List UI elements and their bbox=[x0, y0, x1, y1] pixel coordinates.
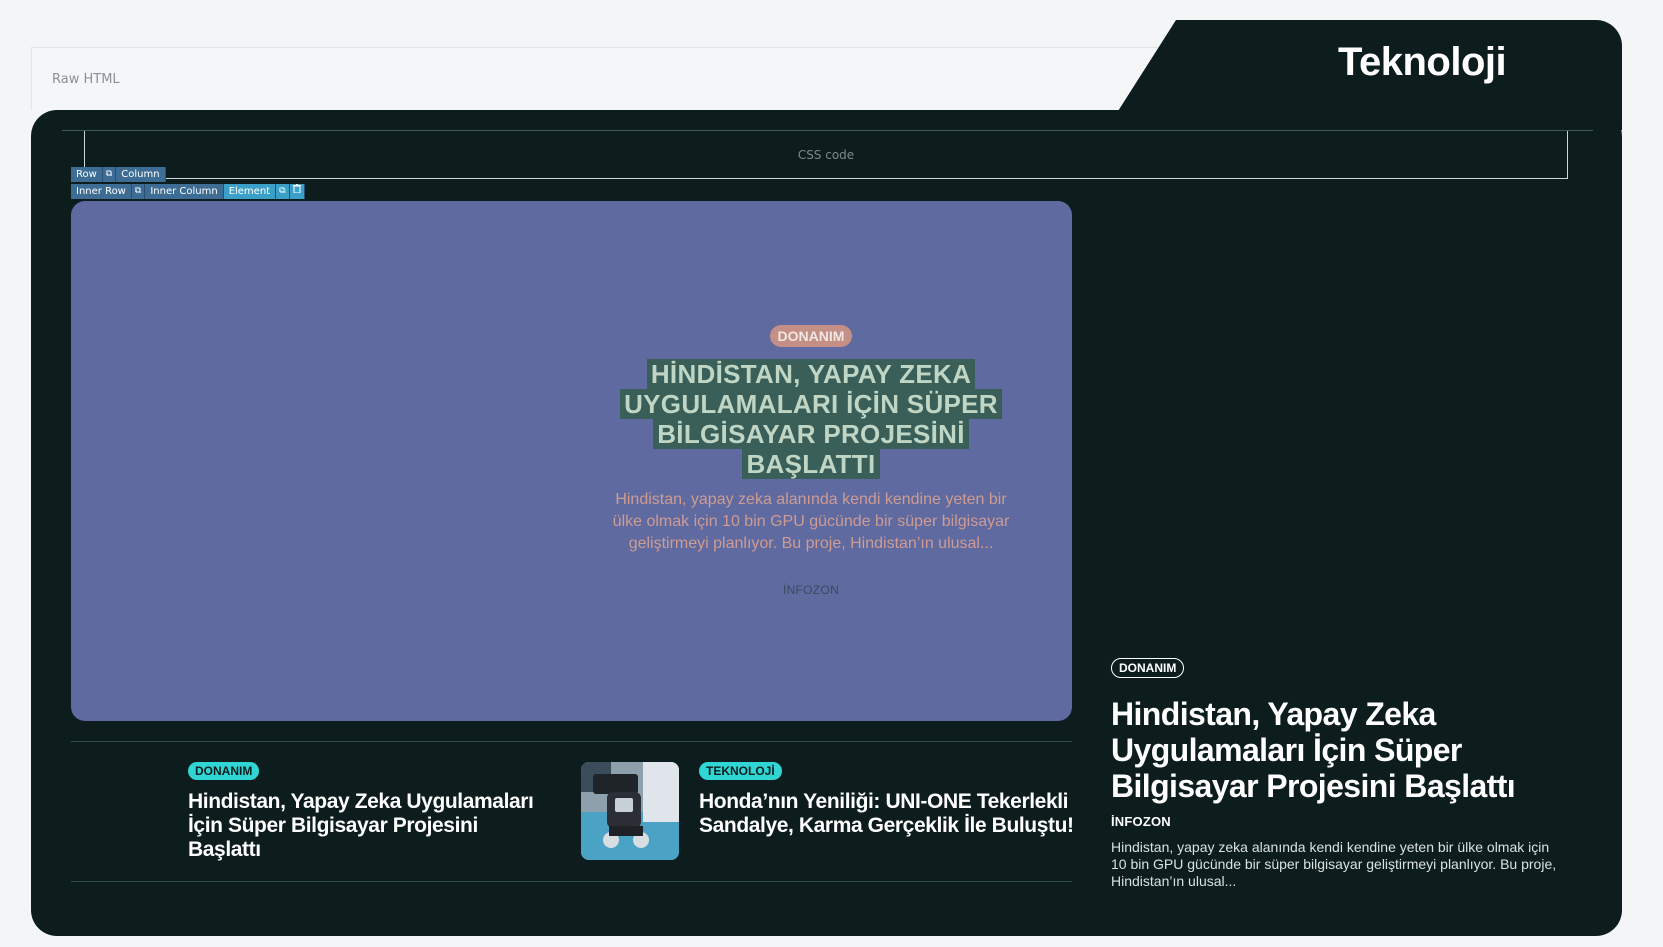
hero-category-badge[interactable]: DONANIM bbox=[769, 325, 853, 347]
element-duplicate-icon[interactable]: ⧉ bbox=[276, 184, 290, 199]
hero-title-text: HİNDİSTAN, YAPAY ZEKA UYGULAMALARI İÇİN … bbox=[620, 359, 1002, 479]
feature-article[interactable]: DONANIM Hindistan, Yapay Zeka Uygulamala… bbox=[1111, 658, 1566, 890]
category-badge[interactable]: DONANIM bbox=[188, 762, 260, 780]
css-code-block[interactable]: CSS code bbox=[84, 131, 1568, 179]
divider bbox=[71, 881, 1072, 882]
row-button[interactable]: Row bbox=[71, 167, 103, 182]
column-button[interactable]: Column bbox=[116, 167, 166, 182]
feature-excerpt: Hindistan, yapay zeka alanında kendi ken… bbox=[1111, 839, 1557, 889]
raw-html-block[interactable]: Raw HTML bbox=[31, 47, 1192, 110]
article-title[interactable]: Hindistan, Yapay Zeka Uygulamaları İçin … bbox=[188, 790, 548, 862]
inner-row-duplicate-icon[interactable]: ⧉ bbox=[131, 184, 146, 199]
css-code-label: CSS code bbox=[797, 148, 855, 162]
hero-excerpt: Hindistan, yapay zeka alanında kendi ken… bbox=[612, 491, 1010, 552]
category-badge[interactable]: TEKNOLOJİ bbox=[699, 762, 782, 780]
inner-toolbar: Inner Row ⧉ Inner Column Element ⧉ bbox=[71, 184, 305, 199]
raw-html-label: Raw HTML bbox=[52, 72, 120, 87]
row-toolbar: Row ⧉ Column bbox=[71, 167, 166, 182]
hero-article-card[interactable]: DONANIM HİNDİSTAN, YAPAY ZEKA UYGULAMALA… bbox=[71, 201, 1072, 721]
list-item[interactable]: DONANIM Hindistan, Yapay Zeka Uygulamala… bbox=[188, 762, 548, 862]
article-title[interactable]: Honda’nın Yeniliği: UNI-ONE Tekerlekli S… bbox=[699, 790, 1079, 838]
element-button[interactable]: Element bbox=[223, 184, 277, 199]
list-item[interactable]: TEKNOLOJİ Honda’nın Yeniliği: UNI-ONE Te… bbox=[699, 762, 1079, 838]
inner-row-button[interactable]: Inner Row bbox=[71, 184, 132, 199]
divider bbox=[71, 741, 1072, 742]
hero-content: DONANIM HİNDİSTAN, YAPAY ZEKA UYGULAMALA… bbox=[601, 325, 1021, 597]
row-duplicate-icon[interactable]: ⧉ bbox=[102, 167, 117, 182]
section-title: Teknoloji bbox=[1338, 40, 1507, 84]
feature-title[interactable]: Hindistan, Yapay Zeka Uygulamaları İçin … bbox=[1111, 696, 1566, 804]
feature-category-badge[interactable]: DONANIM bbox=[1111, 658, 1185, 678]
hero-source[interactable]: İNFOZON bbox=[601, 583, 1021, 597]
hero-title[interactable]: HİNDİSTAN, YAPAY ZEKA UYGULAMALARI İÇİN … bbox=[601, 359, 1021, 479]
element-trash-icon[interactable] bbox=[289, 184, 305, 199]
feature-source[interactable]: İNFOZON bbox=[1111, 814, 1566, 829]
article-thumbnail[interactable] bbox=[581, 762, 679, 860]
inner-column-button[interactable]: Inner Column bbox=[145, 184, 224, 199]
